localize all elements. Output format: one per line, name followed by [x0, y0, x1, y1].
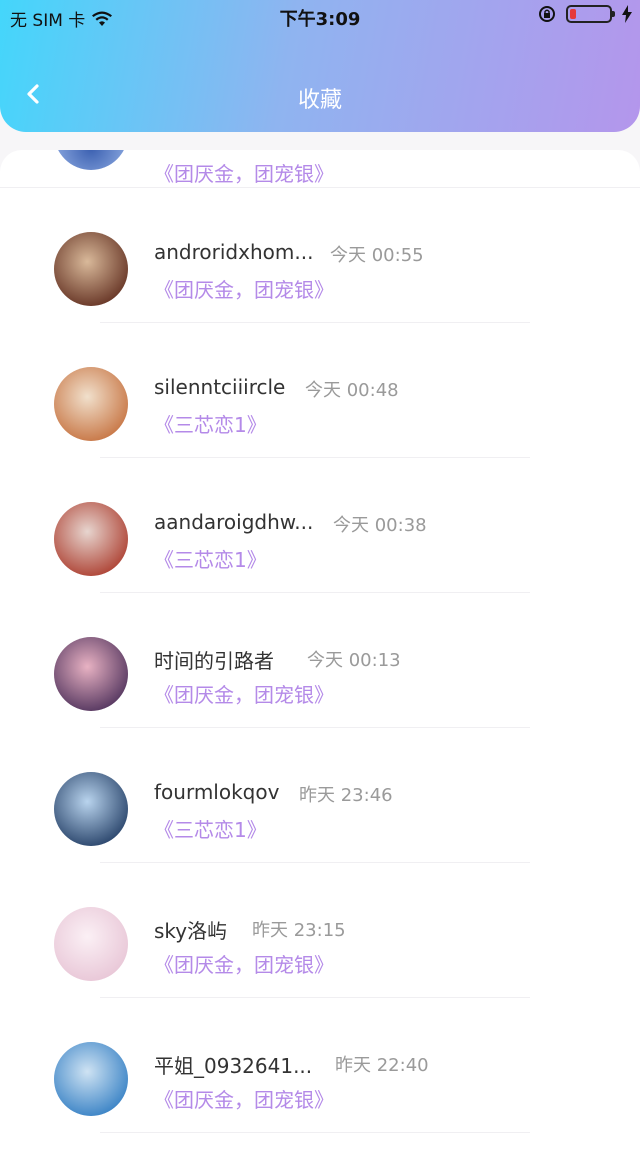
favorites-list[interactable]: 《团厌金，团宠银》 androridxhom... 今天 00:55 《团厌金，团宠…	[0, 150, 640, 1150]
list-item-partial[interactable]: 《团厌金，团宠银》	[0, 150, 640, 187]
header: 无 SIM 卡 下午3:09 收藏	[0, 0, 640, 132]
book-title[interactable]: 《团厌金，团宠银》	[154, 274, 334, 303]
timestamp: 昨天 23:46	[299, 785, 393, 806]
avatar[interactable]	[54, 907, 128, 981]
book-title[interactable]: 《三芯恋1》	[154, 409, 267, 438]
avatar[interactable]	[54, 772, 128, 846]
timestamp: 昨天 22:40	[335, 1055, 429, 1076]
avatar[interactable]	[54, 637, 128, 711]
book-title[interactable]: 《团厌金，团宠银》	[154, 158, 334, 187]
timestamp: 今天 00:13	[307, 650, 401, 671]
avatar[interactable]	[54, 1042, 128, 1116]
list-item[interactable]: aandaroigdhw... 今天 00:38 《三芯恋1》	[0, 458, 640, 593]
divider	[100, 1132, 530, 1133]
battery-level	[570, 9, 576, 19]
status-right	[538, 5, 632, 23]
page-title: 收藏	[297, 88, 342, 113]
user-name: 平姐_0932641...	[154, 1054, 313, 1078]
user-name: silenntciiircle	[154, 375, 286, 399]
user-name: androridxhom...	[154, 240, 314, 264]
list-item[interactable]: androridxhom... 今天 00:55 《团厌金，团宠银》	[0, 188, 640, 323]
bolt-icon	[622, 5, 632, 23]
book-title[interactable]: 《三芯恋1》	[154, 544, 267, 573]
book-title[interactable]: 《三芯恋1》	[154, 814, 267, 843]
list-item[interactable]: 平姐_0932641... 昨天 22:40 《团厌金，团宠银》	[0, 998, 640, 1133]
avatar[interactable]	[54, 232, 128, 306]
nav-bar: 收藏	[0, 60, 640, 132]
list-item[interactable]: sky洛屿 昨天 23:15 《团厌金，团宠银》	[0, 863, 640, 998]
user-name: fourmlokqov	[154, 780, 280, 804]
book-title[interactable]: 《团厌金，团宠银》	[154, 949, 334, 978]
book-title[interactable]: 《团厌金，团宠银》	[154, 679, 334, 708]
avatar	[54, 150, 128, 170]
timestamp: 今天 00:48	[305, 380, 399, 401]
user-name: aandaroigdhw...	[154, 510, 314, 534]
avatar[interactable]	[54, 367, 128, 441]
book-title[interactable]: 《团厌金，团宠银》	[154, 1084, 334, 1113]
list-item[interactable]: silenntciiircle 今天 00:48 《三芯恋1》	[0, 323, 640, 458]
user-name: sky洛屿	[154, 919, 228, 943]
battery-indicator	[566, 5, 615, 23]
timestamp: 今天 00:55	[330, 245, 424, 266]
rotation-lock-icon	[539, 6, 555, 22]
list-item[interactable]: fourmlokqov 昨天 23:46 《三芯恋1》	[0, 728, 640, 863]
avatar[interactable]	[54, 502, 128, 576]
list-item[interactable]: 时间的引路者 今天 00:13 《团厌金，团宠银》	[0, 593, 640, 728]
timestamp: 今天 00:38	[333, 515, 427, 536]
timestamp: 昨天 23:15	[252, 920, 346, 941]
status-bar: 无 SIM 卡 下午3:09	[0, 0, 640, 34]
user-name: 时间的引路者	[154, 649, 274, 673]
